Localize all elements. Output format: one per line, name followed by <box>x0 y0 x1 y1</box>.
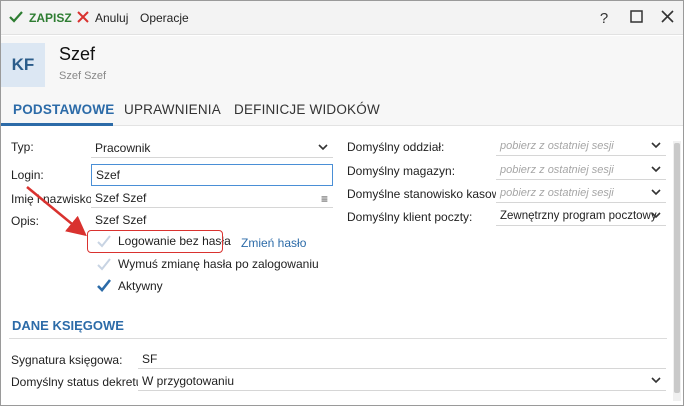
default-mail-client-value: Zewnętrzny program pocztowy <box>500 209 657 222</box>
checkmark-icon <box>9 10 23 26</box>
default-warehouse-placeholder: pobierz z ostatniej sesji <box>500 163 614 176</box>
change-password-link[interactable]: Zmień hasło <box>241 236 306 250</box>
maximize-button[interactable] <box>627 9 645 27</box>
login-input[interactable]: Szef <box>91 164 333 186</box>
force-password-change-label: Wymuś zmianę hasła po zalogowaniu <box>118 257 319 271</box>
checkbox-unchecked-icon <box>96 257 112 271</box>
decree-status-select[interactable]: W przygotowaniu <box>138 371 666 391</box>
chevron-down-icon <box>650 138 662 152</box>
tab-permissions[interactable]: UPRAWNIENIA <box>124 102 221 117</box>
menu-lines-icon[interactable]: ≡ <box>321 192 328 206</box>
section-divider <box>9 338 667 339</box>
default-branch-label: Domyślny oddział: <box>347 140 445 154</box>
user-edit-window: ZAPISZ Anuluj Operacje ? KF Szef Szef Sz… <box>0 0 684 406</box>
login-label: Login: <box>11 168 44 182</box>
signature-value: SF <box>142 351 158 366</box>
chevron-down-icon <box>650 185 662 199</box>
active-checkbox[interactable]: Aktywny <box>96 279 163 293</box>
page-title: Szef <box>59 44 96 64</box>
signature-input[interactable]: SF <box>138 349 666 369</box>
description-input[interactable]: Szef Szef <box>91 210 333 230</box>
login-value: Szef <box>96 168 121 182</box>
close-window-button[interactable] <box>658 9 676 27</box>
default-pos-select[interactable]: pobierz z ostatniej sesji <box>496 183 666 203</box>
operations-menu-button[interactable]: Operacje <box>140 10 189 26</box>
section-title-accounting: DANE KSIĘGOWE <box>12 318 124 333</box>
chevron-down-icon <box>650 162 662 176</box>
fullname-value: Szef Szef <box>95 190 147 205</box>
record-header: KF Szef Szef Szef <box>1 36 683 94</box>
active-tab-indicator <box>1 123 113 126</box>
default-branch-select[interactable]: pobierz z ostatniej sesji <box>496 136 666 156</box>
tab-bar: PODSTAWOWE UPRAWNIENIA DEFINICJE WIDOKÓW <box>1 94 683 126</box>
save-button[interactable]: ZAPISZ <box>9 10 72 26</box>
maximize-icon <box>629 9 643 27</box>
page-subtitle: Szef Szef <box>59 70 107 82</box>
chevron-down-icon <box>317 140 329 154</box>
default-branch-placeholder: pobierz z ostatniej sesji <box>500 139 614 152</box>
help-button[interactable]: ? <box>595 9 613 27</box>
active-label: Aktywny <box>118 279 163 293</box>
close-icon <box>660 9 674 27</box>
signature-label: Sygnatura księgowa: <box>11 353 123 367</box>
default-pos-label: Domyślne stanowisko kasowe: <box>347 187 511 201</box>
decree-status-value: W przygotowaniu <box>142 373 235 388</box>
default-warehouse-label: Domyślny magazyn: <box>347 164 456 178</box>
highlight-annotation <box>87 230 223 253</box>
default-warehouse-select[interactable]: pobierz z ostatniej sesji <box>496 160 666 180</box>
description-label: Opis: <box>11 214 40 228</box>
default-pos-placeholder: pobierz z ostatniej sesji <box>500 186 614 199</box>
checkbox-checked-icon <box>96 279 112 293</box>
cancel-label: Anuluj <box>95 11 129 25</box>
tab-basic[interactable]: PODSTAWOWE <box>13 102 115 117</box>
type-value: Pracownik <box>95 140 151 155</box>
force-password-change-checkbox[interactable]: Wymuś zmianę hasła po zalogowaniu <box>96 257 319 271</box>
toolbar: ZAPISZ Anuluj Operacje ? <box>1 1 683 35</box>
save-label: ZAPISZ <box>29 11 72 25</box>
description-value: Szef Szef <box>95 213 147 227</box>
default-mail-client-select[interactable]: Zewnętrzny program pocztowy <box>496 206 666 226</box>
scrollbar-thumb[interactable] <box>674 143 680 393</box>
fullname-input[interactable]: Szef Szef ≡ <box>91 188 333 208</box>
fullname-label: Imię i nazwisko: <box>11 192 96 206</box>
type-select[interactable]: Pracownik <box>91 138 333 158</box>
close-x-icon <box>77 10 89 26</box>
cancel-button[interactable]: Anuluj <box>77 10 128 26</box>
decree-status-label: Domyślny status dekretu: <box>11 375 146 389</box>
default-mail-client-label: Domyślny klient poczty: <box>347 210 473 224</box>
chevron-down-icon <box>650 373 662 387</box>
avatar: KF <box>1 43 45 87</box>
tab-view-definitions[interactable]: DEFINICJE WIDOKÓW <box>234 102 380 117</box>
type-label: Typ: <box>11 140 34 154</box>
chevron-down-icon <box>650 208 662 222</box>
